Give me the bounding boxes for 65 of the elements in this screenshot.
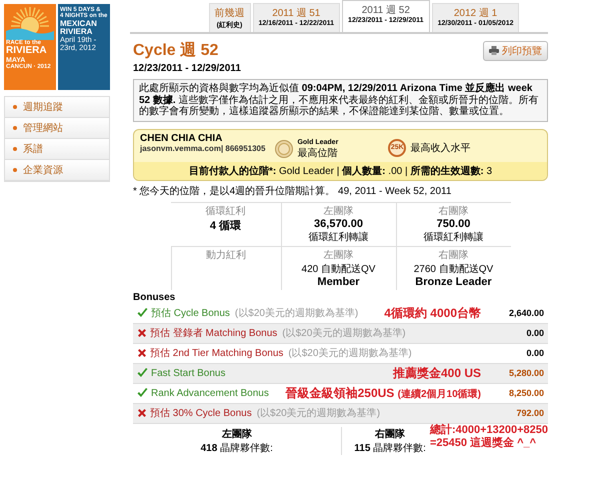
- stat-value: 4 循環: [210, 218, 242, 232]
- team-count: 418 晶牌夥伴數:: [200, 442, 273, 454]
- menu-item[interactable]: 週期追蹤: [5, 97, 109, 118]
- ad-text: MEXICAN: [60, 20, 98, 28]
- bonus-label: 預估 登錄者 Matching Bonus: [150, 326, 278, 340]
- menu-item[interactable]: 管理網站: [5, 118, 109, 139]
- menu-item[interactable]: 系譜: [5, 139, 109, 160]
- bonus-amount: 792.00: [515, 408, 544, 418]
- menu-item[interactable]: 企業資源: [5, 160, 109, 181]
- bonus-label: Rank Advancement Bonus: [151, 388, 269, 398]
- bonus-label: 預估 30% Cycle Bonus: [150, 407, 252, 420]
- team-caption: 右團隊: [438, 248, 468, 262]
- stat-detail: 420 自動配送QV: [302, 262, 376, 276]
- team-count: 115 晶牌夥伴數:: [354, 442, 426, 454]
- page-title: Cycle 週 52: [133, 40, 218, 61]
- bonus-amount: 0.00: [525, 328, 544, 338]
- bonus-amount: 2,640.00: [508, 308, 544, 318]
- ad-text: RIVIERA: [6, 46, 47, 57]
- rank-caption: 最高位階: [297, 146, 338, 160]
- stat-detail: 循環紅利轉讓: [308, 230, 368, 244]
- handwritten-note: =25450 這週獎金 ^_^: [430, 436, 538, 450]
- handwritten-note: 晉級金級領袖250US (連續2個月10循環): [286, 384, 481, 402]
- stat-value: 36,570.00: [314, 218, 363, 230]
- team-title: 左團隊: [222, 427, 252, 440]
- rank-footnote: * 您今天的位階，是以4週的晉升位階期計算。 49, 2011 - Week 52, 2011: [133, 184, 452, 198]
- handwritten-note: 總計:4000+13200+8250: [430, 424, 548, 436]
- stat-label: 動力紅利: [206, 248, 246, 262]
- bonus-amount: 8,250.00: [508, 388, 544, 398]
- bonus-note: (以$20美元的週期數為基準): [234, 306, 358, 320]
- stat-value: 750.00: [436, 218, 470, 230]
- stat-detail: 2760 自動配送QV: [414, 262, 494, 276]
- bonus-amount: 0.00: [525, 348, 544, 358]
- stat-detail: 循環紅利轉讓: [424, 230, 484, 244]
- stat-value: Bronze Leader: [415, 276, 492, 288]
- bonus-note: (以$20美元的週期數為基準): [282, 326, 406, 340]
- team-caption: 左團隊: [324, 248, 354, 262]
- bonus-label: 預估 Cycle Bonus: [151, 307, 230, 320]
- team-title: 右團隊: [375, 427, 406, 440]
- member-site-link[interactable]: jasonvm.vemma.com: [140, 144, 221, 152]
- handwritten-note: 推薦獎金400 US: [392, 364, 481, 382]
- bullet-icon: [13, 147, 17, 151]
- stat-value: Member: [317, 276, 360, 288]
- bonus-note: (以$20美元的週期數為基準): [288, 346, 412, 360]
- bullet-icon: [13, 126, 17, 130]
- bonus-amount: 5,280.00: [508, 368, 544, 378]
- ad-text: RIVIERA: [60, 28, 94, 36]
- bonus-label: Fast Start Bonus: [151, 368, 226, 378]
- print-preview-button[interactable]: 列印預覽: [483, 40, 548, 60]
- handwritten-note: 4循環約 4000台幣: [384, 304, 481, 322]
- sun-drawing: [6, 4, 54, 40]
- member-name: CHEN CHIA CHIA: [140, 132, 224, 144]
- notice-text: 此處所顯示的資格與數字均為近似值 09:04PM, 12/29/2011 Arizona Time 並反應出 week 52 數據. 這些數字僅作為估計之用，不應用來代表最終的紅利、金額或所晉升的位階。所有的數字會有所變動，這樣追蹤器所顯示的結果，不保證能達到某位階、數量或位置。: [133, 79, 548, 122]
- bonus-label: 預估 2nd Tier Matching Bonus: [150, 347, 284, 360]
- printer-icon: [489, 46, 499, 55]
- member-id: | 866951305: [220, 144, 266, 152]
- bonuses-heading: Bonuses: [133, 292, 176, 302]
- date-range: 12/23/2011 - 12/29/2011: [133, 63, 242, 74]
- team-caption: 右團隊: [438, 204, 468, 218]
- bullet-icon: [13, 105, 17, 109]
- bullet-icon: [13, 168, 17, 172]
- income-label: 最高收入水平: [410, 142, 470, 154]
- stat-label: 循環紅利: [206, 204, 246, 218]
- medal-icon: [275, 140, 294, 158]
- bonus-note: (以$20美元的週期數為基準): [256, 406, 380, 420]
- team-caption: 左團隊: [324, 204, 354, 218]
